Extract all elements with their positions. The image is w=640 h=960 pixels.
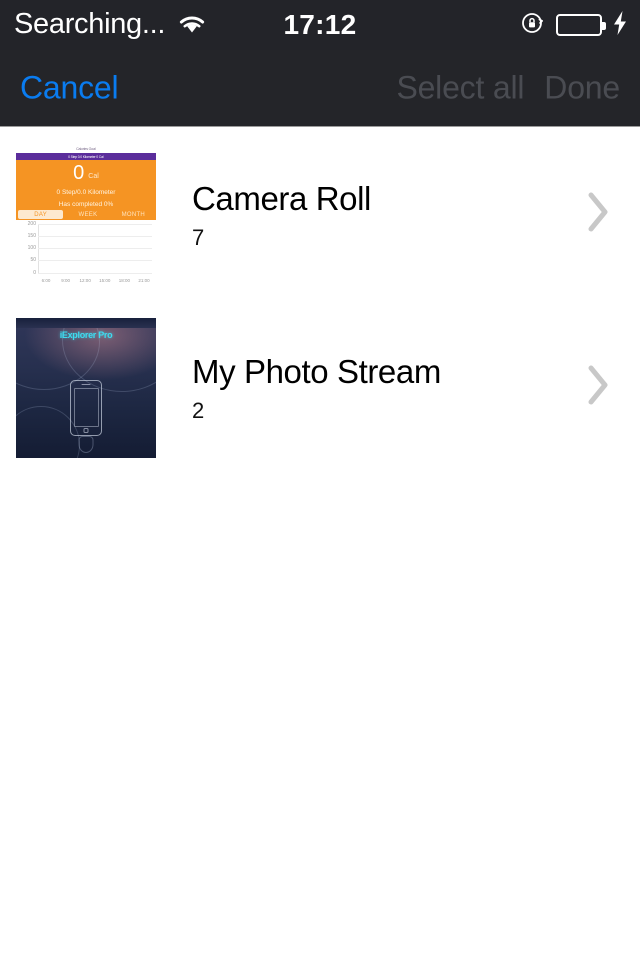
chart-y-tick-label: 0 <box>33 269 36 276</box>
chevron-right-icon <box>586 190 612 239</box>
phone-wallpaper-top-strip <box>16 317 156 328</box>
fitness-calories-unit: Cal <box>88 172 99 180</box>
iphone-outline-icon <box>70 379 102 436</box>
chart-y-tick-label: 150 <box>27 232 36 239</box>
fitness-period-tabs: DAY WEEK MONTH <box>16 210 156 220</box>
album-info-my-photo-stream: My Photo Stream 2 <box>192 353 586 423</box>
iphone-reflection <box>78 435 94 453</box>
album-count: 2 <box>192 398 205 424</box>
chart-gridline <box>38 248 152 249</box>
album-thumbnail-camera-roll: Calories Goal 0 Step 0.0 Kilometer 0 Cal… <box>16 144 156 285</box>
phone-wallpaper-body: iExplorer Pro <box>16 327 156 458</box>
photo-album-picker-screen: Searching... 17:12 Cancel Select all Don… <box>0 0 640 960</box>
phone-wallpaper-thumbnail: iExplorer Pro <box>16 317 156 458</box>
navigation-bar: Cancel Select all Done <box>0 50 640 127</box>
album-info-camera-roll: Camera Roll 7 <box>192 180 586 250</box>
select-all-button[interactable]: Select all <box>396 70 524 107</box>
navigation-bar-right-actions: Select all Done <box>396 70 620 107</box>
album-title: My Photo Stream <box>192 352 441 390</box>
chart-gridline <box>38 260 152 262</box>
fitness-nav-bar: 0 Step 0.0 Kilometer 0 Cal <box>16 152 156 160</box>
chart-y-tick-label: 200 <box>27 220 36 227</box>
cancel-button[interactable]: Cancel <box>20 70 119 107</box>
album-row-camera-roll[interactable]: Calories Goal 0 Step 0.0 Kilometer 0 Cal… <box>0 128 640 301</box>
fitness-screenshot-thumbnail: Calories Goal 0 Step 0.0 Kilometer 0 Cal… <box>16 144 156 285</box>
album-title: Camera Roll <box>192 179 371 217</box>
album-count: 7 <box>192 225 205 251</box>
chart-y-tick-label: 50 <box>30 257 36 264</box>
album-thumbnail-my-photo-stream: iExplorer Pro <box>16 317 156 458</box>
fitness-completion-line: Has completed 0% <box>58 200 114 208</box>
rotation-lock-icon <box>520 10 546 41</box>
chart-x-tick-label: 21:00 <box>138 277 150 283</box>
chart-x-tick-label: 6:00 <box>41 277 51 283</box>
fitness-tab-week: WEEK <box>78 211 98 218</box>
fitness-status-bar: Calories Goal <box>16 144 156 153</box>
fitness-tab-day: DAY <box>18 210 64 219</box>
fitness-calories-row: 0 Cal <box>16 161 156 184</box>
chart-x-tick-label: 9:00 <box>61 277 70 283</box>
chart-gridline <box>38 235 152 237</box>
fitness-nav-text: 0 Step 0.0 Kilometer 0 Cal <box>68 153 104 159</box>
wallpaper-title: iExplorer Pro <box>59 329 113 340</box>
fitness-steps-line: 0 Step/0.0 Kilometer <box>56 188 116 196</box>
album-row-my-photo-stream[interactable]: iExplorer Pro My Photo Stream 2 <box>0 301 640 474</box>
chart-gridline <box>38 272 152 274</box>
chevron-right-icon <box>586 363 612 412</box>
lightning-bolt-icon <box>612 10 628 41</box>
album-list: Calories Goal 0 Step 0.0 Kilometer 0 Cal… <box>0 128 640 474</box>
fitness-tab-month: MONTH <box>121 211 146 218</box>
chart-x-tick-label: 15:00 <box>99 277 111 283</box>
battery-icon <box>556 14 606 36</box>
clock-label: 17:12 <box>283 9 357 40</box>
fitness-status-text: Calories Goal <box>76 146 96 151</box>
status-bar: Searching... 17:12 <box>0 0 640 50</box>
chart-gridline <box>38 223 152 225</box>
chart-x-tick-label: 12:00 <box>79 277 91 283</box>
chart-x-tick-label: 18:00 <box>118 277 131 283</box>
fitness-activity-chart: 0 50 100 150 200 6:00 9:00 12:00 15:00 18:00 21:00 <box>16 219 156 285</box>
done-button[interactable]: Done <box>544 70 620 107</box>
chart-y-tick-label: 100 <box>27 245 36 251</box>
fitness-calories-value: 0 <box>73 161 85 184</box>
status-bar-right <box>520 0 628 50</box>
fitness-hero-panel: 0 Cal 0 Step/0.0 Kilometer Has completed… <box>16 159 156 220</box>
